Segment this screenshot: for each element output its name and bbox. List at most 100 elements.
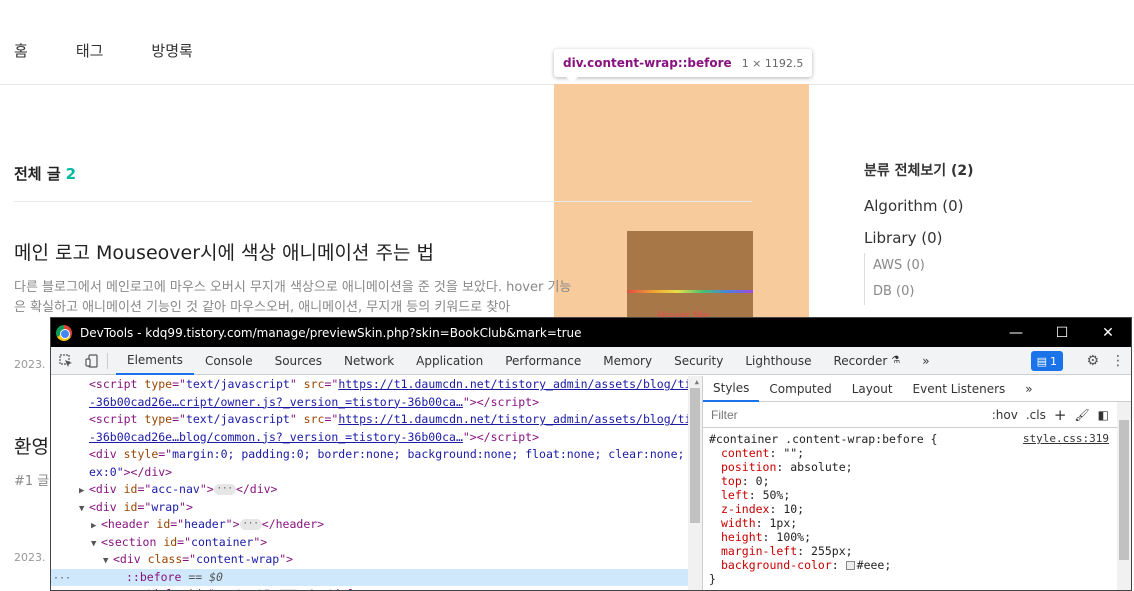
elements-scroll-thumb[interactable] xyxy=(690,388,700,523)
total-posts: 전체 글2 xyxy=(14,163,76,184)
color-swatch-icon[interactable] xyxy=(845,561,855,570)
inspect-element-icon[interactable] xyxy=(55,350,77,372)
post-excerpt-2[interactable]: #1 글쓰 개로 작 만 아니 xyxy=(14,472,54,491)
styles-scroll-thumb[interactable] xyxy=(1119,420,1129,560)
hov-button[interactable]: :hov xyxy=(992,408,1018,422)
styles-filter-input[interactable] xyxy=(711,407,931,422)
styles-scrollbar[interactable] xyxy=(1117,402,1131,590)
nav-tags[interactable]: 태그 xyxy=(76,40,104,61)
dom-line-header[interactable]: ▶ <header id="header"> ··· </header> xyxy=(91,516,702,534)
tab-security[interactable]: Security xyxy=(663,347,734,375)
dom-tree-4: ▼ <div class="content-wrap"> xyxy=(51,551,702,569)
dom-line-script1-end[interactable]: -36b00cad26e…cript/owner.js?_version_=ti… xyxy=(89,394,702,412)
category-db[interactable]: DB (0) xyxy=(873,279,974,305)
elements-scrollbar[interactable]: ▲ xyxy=(688,376,702,590)
close-button[interactable]: ✕ xyxy=(1085,318,1131,347)
tab-performance[interactable]: Performance xyxy=(494,347,592,375)
css-prop-background-color[interactable]: background-color: #eee; xyxy=(709,558,1131,572)
wrap-id: wrap xyxy=(151,499,180,514)
css-prop-top[interactable]: top: 0; xyxy=(709,474,1131,488)
dom-line-acc-nav[interactable]: ▶ <div id="acc-nav"> ··· </div> xyxy=(79,481,702,499)
post-title-1[interactable]: 메인 로고 Mouseover시에 색상 애니메이션 주는 법 xyxy=(14,238,434,265)
dom-line-script2[interactable]: <script type="text/javascript" src="http… xyxy=(89,411,702,429)
tab-network[interactable]: Network xyxy=(333,347,405,375)
tab-computed[interactable]: Computed xyxy=(759,376,841,402)
script-src-link-1b[interactable]: -36b00cad26e…cript/owner.js?_version_=ti… xyxy=(89,395,463,409)
tab-application[interactable]: Application xyxy=(405,347,494,375)
issues-badge[interactable]: ▤ 1 xyxy=(1030,351,1063,371)
dom-line-script1-cont[interactable]: <script type="text/javascript" src="http… xyxy=(89,376,702,394)
ellipsis-badge[interactable]: ··· xyxy=(277,589,300,590)
ellipsis-badge[interactable]: ··· xyxy=(239,519,262,530)
devtools-tabbar: Elements Console Sources Network Applica… xyxy=(51,347,1131,375)
cls-button[interactable]: .cls xyxy=(1026,408,1046,422)
devtools-title: DevTools - kdq99.tistory.com/manage/prev… xyxy=(80,325,582,340)
window-controls: — ☐ ✕ xyxy=(993,318,1131,347)
prop-value: 1px; xyxy=(769,516,798,530)
tab-console[interactable]: Console xyxy=(194,347,264,375)
scroll-up-arrow-icon[interactable]: ▲ xyxy=(695,378,699,386)
device-toolbar-icon[interactable] xyxy=(81,350,103,372)
add-rule-plus-icon[interactable]: + xyxy=(1054,406,1067,424)
tab-memory[interactable]: Memory xyxy=(592,347,663,375)
maximize-button[interactable]: ☐ xyxy=(1039,318,1085,347)
tab-sources[interactable]: Sources xyxy=(264,347,333,375)
category-aws[interactable]: AWS (0) xyxy=(873,253,974,279)
settings-gear-icon[interactable]: ⚙ xyxy=(1086,353,1099,369)
collapse-triangle-icon[interactable]: ▼ xyxy=(79,501,89,519)
tab-lighthouse[interactable]: Lighthouse xyxy=(734,347,822,375)
styles-more-tabs[interactable]: » xyxy=(1015,376,1042,402)
minimize-button[interactable]: — xyxy=(993,318,1039,347)
dom-line-article[interactable]: ▶<article id="content">···</article> xyxy=(115,586,702,590)
more-tabs-button[interactable]: » xyxy=(911,347,940,375)
kebab-menu-icon[interactable]: ⋮ xyxy=(1111,353,1125,369)
css-prop-margin-left[interactable]: margin-left: 255px; xyxy=(709,544,1131,558)
div-style-value: margin:0; padding:0; border:none; backgr… xyxy=(172,447,703,461)
post-excerpt-1[interactable]: 다른 블로그에서 메인로고에 마우스 오버시 무지개 색상으로 애니메이션을 준… xyxy=(14,278,574,318)
css-prop-content[interactable]: content: ""; xyxy=(709,446,1131,460)
prop-name: height xyxy=(721,530,763,544)
styles-filter-bar: :hov .cls + 🖌 ◧ xyxy=(703,402,1131,428)
paint-brush-icon[interactable]: 🖌 xyxy=(1074,408,1089,422)
script-src-link-2[interactable]: https://t1.daumcdn.net/tistory_admin/ass… xyxy=(338,412,702,426)
css-prop-height[interactable]: height: 100%; xyxy=(709,530,1131,544)
ellipsis-badge[interactable]: ··· xyxy=(213,484,236,495)
dom-tree-3: ▶ <header id="header"> ··· </header> ▼ <sect… xyxy=(51,516,702,551)
dom-line-div-style[interactable]: <div style="margin:0; padding:0; border:… xyxy=(89,446,702,464)
tab-styles[interactable]: Styles xyxy=(703,376,760,402)
tab-event-listeners[interactable]: Event Listeners xyxy=(903,376,1016,402)
script-src-link-1[interactable]: https://t1.daumcdn.net/tistory_admin/ass… xyxy=(338,377,702,391)
dom-line-before-selected[interactable]: ··· ::before == $0 xyxy=(51,568,702,586)
prop-value: ""; xyxy=(783,446,805,460)
tooltip-element: div.content-wrap::before xyxy=(563,56,732,70)
flask-icon: ⚗ xyxy=(891,355,901,366)
rainbow-bar xyxy=(627,290,753,293)
row-ellipsis-icon[interactable]: ··· xyxy=(53,573,71,584)
post-title-2[interactable]: 환영 xyxy=(14,432,49,459)
nav-home[interactable]: 홈 xyxy=(14,40,28,61)
category-library[interactable]: Library (0) xyxy=(864,229,974,247)
dom-line-content-wrap[interactable]: ▼ <div class="content-wrap"> xyxy=(103,551,702,569)
category-all[interactable]: 분류 전체보기 (2) xyxy=(864,160,974,180)
tab-recorder[interactable]: Recorder ⚗ xyxy=(823,347,912,375)
css-prop-position[interactable]: position: absolute; xyxy=(709,460,1131,474)
tab-layout[interactable]: Layout xyxy=(842,376,903,402)
prop-value: 100%; xyxy=(776,530,812,544)
collapse-triangle-icon[interactable]: ▼ xyxy=(91,536,101,554)
devtools-titlebar[interactable]: DevTools - kdq99.tistory.com/manage/prev… xyxy=(51,318,1131,347)
prop-name: top xyxy=(721,474,742,488)
expand-triangle-icon[interactable]: ▶ xyxy=(115,588,125,590)
dom-line-section[interactable]: ▼ <section id="container"> xyxy=(91,534,702,552)
css-prop-left[interactable]: left: 50%; xyxy=(709,488,1131,502)
rule-source-link[interactable]: style.css:319 xyxy=(1023,432,1109,445)
category-algorithm[interactable]: Algorithm (0) xyxy=(864,197,974,215)
dom-line-div-style-end[interactable]: ex:0"></div> xyxy=(89,464,702,482)
css-prop-z-index[interactable]: z-index: 10; xyxy=(709,502,1131,516)
dom-line-wrap[interactable]: ▼ <div id="wrap"> xyxy=(79,499,702,517)
tab-elements[interactable]: Elements xyxy=(116,347,194,375)
nav-guestbook[interactable]: 방명록 xyxy=(151,40,192,61)
dom-line-script2-end[interactable]: -36b00cad26e…blog/common.js?_version_=ti… xyxy=(89,429,702,447)
script-src-link-2b[interactable]: -36b00cad26e…blog/common.js?_version_=ti… xyxy=(89,430,463,444)
css-prop-width[interactable]: width: 1px; xyxy=(709,516,1131,530)
toggle-sidebar-icon[interactable]: ◧ xyxy=(1098,408,1109,422)
